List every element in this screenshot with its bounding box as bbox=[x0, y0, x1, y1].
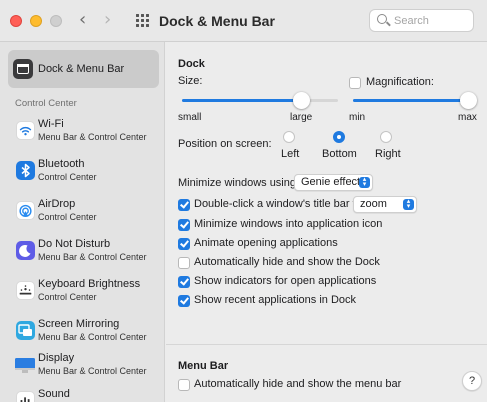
sidebar-item-title: Display bbox=[38, 352, 75, 364]
show-recent-apps-checkbox[interactable] bbox=[178, 295, 190, 307]
sidebar-item-subtitle: Control Center bbox=[38, 292, 97, 302]
sidebar-item-subtitle: Menu Bar & Control Center bbox=[38, 366, 147, 376]
sidebar-item-subtitle: Menu Bar & Control Center bbox=[38, 252, 147, 262]
minimize-button[interactable] bbox=[30, 15, 42, 27]
doubleclick-action-value: zoom bbox=[360, 198, 387, 210]
sidebar-item-title: AirDrop bbox=[38, 198, 76, 210]
wifi-icon bbox=[16, 121, 35, 140]
sidebar-item-subtitle: Control Center bbox=[38, 212, 97, 222]
magnification-checkbox[interactable] bbox=[349, 77, 361, 89]
position-left-label: Left bbox=[281, 148, 300, 160]
magnification-min-label: min bbox=[349, 112, 366, 123]
magnification-slider-knob[interactable] bbox=[460, 92, 477, 109]
magnification-slider[interactable] bbox=[353, 99, 468, 102]
preferences-window: ‹ › Dock & Menu Bar Search Dock & Menu B… bbox=[0, 0, 487, 402]
autohide-dock-label: Automatically hide and show the Dock bbox=[194, 256, 380, 268]
magnification-label: Magnification: bbox=[366, 76, 434, 88]
sidebar-item-wifi[interactable]: Wi-Fi Menu Bar & Control Center bbox=[8, 112, 163, 148]
minimize-effect-value: Genie effect bbox=[301, 176, 361, 188]
sidebar-item-title: Bluetooth bbox=[38, 158, 85, 170]
sidebar-item-title: Wi-Fi bbox=[38, 118, 64, 130]
autohide-menubar-label: Automatically hide and show the menu bar bbox=[194, 378, 402, 390]
help-button[interactable]: ? bbox=[462, 371, 482, 391]
size-slider[interactable] bbox=[182, 99, 338, 102]
sidebar-item-sound[interactable]: Sound bbox=[8, 384, 163, 402]
popup-chevron-icon: ▴ ▾ bbox=[403, 198, 414, 210]
magnification-max-label: max bbox=[458, 112, 477, 123]
bluetooth-icon bbox=[16, 161, 35, 180]
screen-mirroring-icon bbox=[16, 321, 35, 340]
position-bottom-radio[interactable] bbox=[333, 131, 345, 143]
position-bottom-label: Bottom bbox=[322, 148, 357, 160]
popup-chevron-icon: ▴ ▾ bbox=[359, 176, 370, 188]
zoom-button[interactable] bbox=[50, 15, 62, 27]
doubleclick-checkbox[interactable] bbox=[178, 199, 190, 211]
sidebar-item-keyboard-brightness[interactable]: Keyboard Brightness Control Center bbox=[8, 272, 163, 308]
magnification-slider-fill bbox=[353, 99, 468, 102]
position-label: Position on screen: bbox=[178, 138, 272, 150]
size-slider-knob[interactable] bbox=[293, 92, 310, 109]
size-max-label: large bbox=[290, 112, 313, 123]
back-button[interactable]: ‹ bbox=[79, 9, 86, 31]
display-icon bbox=[15, 358, 35, 373]
sidebar-item-label: Dock & Menu Bar bbox=[38, 63, 125, 75]
dock-menubar-icon bbox=[13, 59, 33, 79]
autohide-dock-checkbox[interactable] bbox=[178, 257, 190, 269]
search-field[interactable]: Search bbox=[369, 9, 474, 32]
show-indicators-label: Show indicators for open applications bbox=[194, 275, 377, 287]
dock-section-header: Dock bbox=[178, 58, 205, 70]
position-right-label: Right bbox=[375, 148, 401, 160]
sidebar-item-title: Screen Mirroring bbox=[38, 318, 120, 330]
sidebar-item-title: Do Not Disturb bbox=[38, 238, 111, 250]
size-label: Size: bbox=[178, 75, 203, 87]
sidebar: Dock & Menu Bar Control Center Wi-Fi Men… bbox=[0, 42, 165, 402]
sidebar-item-subtitle: Menu Bar & Control Center bbox=[38, 132, 147, 142]
doubleclick-action-popup[interactable]: zoom ▴ ▾ bbox=[353, 196, 417, 213]
sidebar-item-title: Sound bbox=[38, 388, 70, 400]
sidebar-item-bluetooth[interactable]: Bluetooth Control Center bbox=[8, 152, 163, 188]
close-button[interactable] bbox=[10, 15, 22, 27]
animate-opening-checkbox[interactable] bbox=[178, 238, 190, 250]
sidebar-item-airdrop[interactable]: AirDrop Control Center bbox=[8, 192, 163, 228]
sidebar-item-screen-mirroring[interactable]: Screen Mirroring Menu Bar & Control Cent… bbox=[8, 312, 163, 348]
forward-button[interactable]: › bbox=[104, 9, 111, 31]
position-right-radio[interactable] bbox=[380, 131, 392, 143]
show-recent-apps-label: Show recent applications in Dock bbox=[194, 294, 357, 306]
minimize-into-icon-checkbox[interactable] bbox=[178, 219, 190, 231]
window-title: Dock & Menu Bar bbox=[159, 13, 275, 29]
minimize-label: Minimize windows using: bbox=[178, 177, 300, 189]
keyboard-brightness-icon bbox=[16, 281, 35, 300]
sidebar-item-title: Keyboard Brightness bbox=[38, 278, 141, 290]
minimize-effect-popup[interactable]: Genie effect ▴ ▾ bbox=[294, 174, 373, 191]
sidebar-item-do-not-disturb[interactable]: Do Not Disturb Menu Bar & Control Center bbox=[8, 232, 163, 268]
sidebar-item-dock-menu-bar[interactable]: Dock & Menu Bar bbox=[8, 50, 159, 88]
search-icon bbox=[377, 14, 387, 24]
sidebar-item-subtitle: Control Center bbox=[38, 172, 97, 182]
minimize-into-icon-label: Minimize windows into application icon bbox=[194, 218, 383, 230]
size-min-label: small bbox=[178, 112, 202, 123]
menubar-section-header: Menu Bar bbox=[178, 360, 229, 372]
moon-icon bbox=[16, 241, 35, 260]
autohide-menubar-checkbox[interactable] bbox=[178, 379, 190, 391]
section-divider bbox=[166, 344, 487, 345]
animate-opening-label: Animate opening applications bbox=[194, 237, 338, 249]
airdrop-icon bbox=[16, 201, 35, 220]
title-bar: ‹ › Dock & Menu Bar Search bbox=[0, 0, 487, 42]
main-panel: Dock Size: small large Magnification: mi… bbox=[166, 42, 487, 402]
show-all-grid-icon[interactable] bbox=[136, 14, 149, 27]
sidebar-section-label: Control Center bbox=[15, 98, 77, 109]
size-slider-fill bbox=[182, 99, 301, 102]
sound-icon bbox=[16, 391, 35, 402]
doubleclick-label: Double-click a window's title bar to bbox=[194, 198, 362, 210]
sidebar-item-display[interactable]: Display Menu Bar & Control Center bbox=[8, 348, 163, 384]
position-left-radio[interactable] bbox=[283, 131, 295, 143]
search-placeholder: Search bbox=[394, 15, 429, 27]
show-indicators-checkbox[interactable] bbox=[178, 276, 190, 288]
sidebar-item-subtitle: Menu Bar & Control Center bbox=[38, 332, 147, 342]
